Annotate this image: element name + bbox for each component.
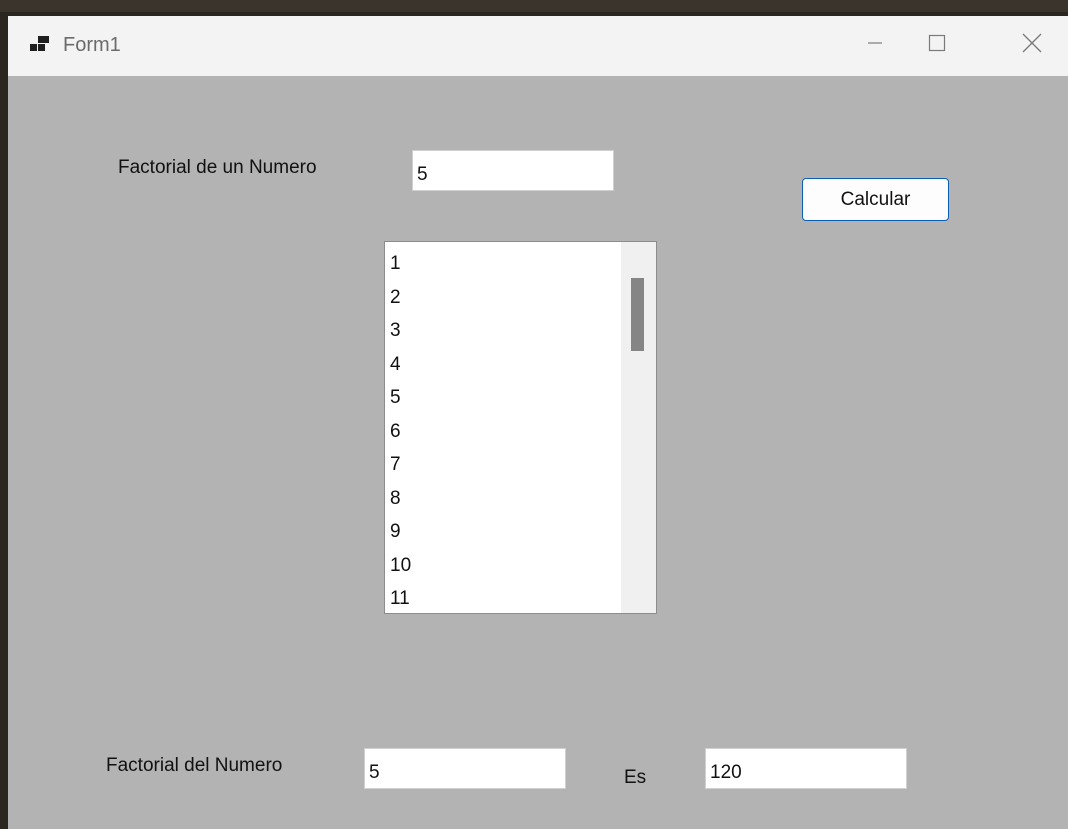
factor-listbox[interactable]: 1 2 3 4 5 6 7 8 9 10 11	[384, 241, 657, 614]
list-item[interactable]: 2	[385, 284, 621, 318]
es-label: Es	[624, 767, 647, 788]
result-number-label: Factorial del Numero	[106, 755, 283, 776]
list-item[interactable]: 7	[385, 451, 621, 485]
desktop-background-strip	[0, 0, 1068, 12]
app-icon	[30, 35, 52, 55]
form-window: Form1 Factorial de un Numero Calcular 12…	[8, 16, 1068, 829]
close-icon	[1022, 33, 1042, 58]
list-item[interactable]: 5	[385, 384, 621, 418]
list-item[interactable]: 6	[385, 418, 621, 452]
close-button[interactable]	[1003, 16, 1061, 74]
window-title: Form1	[63, 34, 121, 56]
list-item[interactable]: 8	[385, 485, 621, 519]
title-bar[interactable]: Form1	[8, 16, 1068, 76]
listbox-scrollbar[interactable]	[621, 242, 656, 613]
maximize-icon	[928, 34, 946, 57]
result-value-field[interactable]	[705, 748, 907, 789]
scrollbar-thumb[interactable]	[631, 278, 644, 351]
list-item[interactable]: 3	[385, 317, 621, 351]
list-item[interactable]: 10	[385, 552, 621, 586]
number-input-label: Factorial de un Numero	[118, 157, 317, 178]
minimize-button[interactable]	[846, 16, 904, 74]
minimize-icon	[867, 35, 883, 56]
listbox-items: 1 2 3 4 5 6 7 8 9 10 11	[385, 250, 621, 613]
result-number-field[interactable]	[364, 748, 566, 789]
number-input[interactable]	[412, 150, 614, 191]
list-item[interactable]: 11	[385, 585, 621, 613]
list-item[interactable]: 9	[385, 518, 621, 552]
list-item[interactable]: 1	[385, 250, 621, 284]
maximize-button[interactable]	[908, 16, 966, 74]
list-item[interactable]: 4	[385, 351, 621, 385]
calculate-button[interactable]: Calcular	[802, 178, 949, 221]
